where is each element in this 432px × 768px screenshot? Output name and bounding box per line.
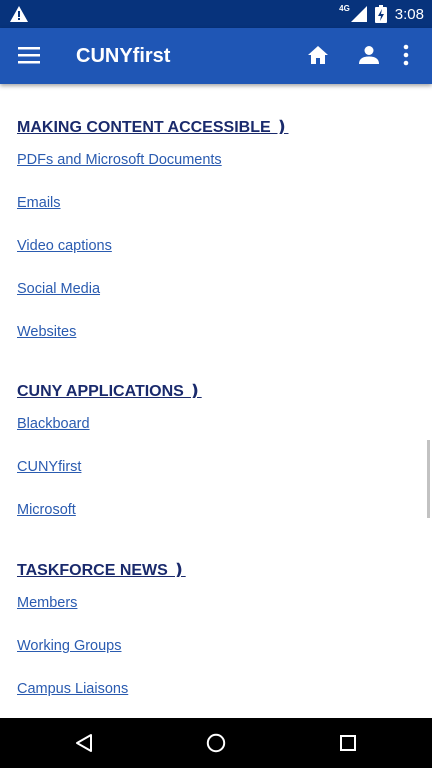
more-vertical-icon[interactable]	[400, 43, 412, 67]
network-type: 4G	[339, 3, 350, 13]
warning-icon	[10, 6, 28, 22]
status-bar: 4G 3:08	[0, 0, 432, 28]
battery-charging-icon	[374, 5, 387, 23]
recents-square-icon[interactable]	[339, 733, 357, 753]
link-pdfs-microsoft-documents[interactable]: PDFs and Microsoft Documents	[17, 150, 222, 170]
section-cuny-applications: CUNY APPLICATIONS ❫ Blackboard CUNYfirst…	[17, 382, 202, 518]
scrollbar-thumb[interactable]	[427, 440, 430, 518]
system-nav-bar	[0, 718, 432, 768]
link-microsoft[interactable]: Microsoft	[17, 500, 76, 520]
link-social-media[interactable]: Social Media	[17, 279, 100, 299]
hamburger-menu-icon[interactable]	[18, 44, 40, 66]
app-bar: CUNYfirst	[0, 28, 432, 84]
clock: 3:08	[394, 5, 424, 23]
link-working-groups[interactable]: Working Groups	[17, 636, 122, 656]
home-icon[interactable]	[306, 43, 330, 67]
link-emails[interactable]: Emails	[17, 193, 61, 213]
section-title[interactable]: MAKING CONTENT ACCESSIBLE ❫	[17, 118, 288, 138]
section-taskforce-news: TASKFORCE NEWS ❫ Members Working Groups …	[17, 561, 186, 697]
status-right: 4G 3:08	[339, 0, 424, 28]
section-title[interactable]: TASKFORCE NEWS ❫	[17, 561, 186, 581]
link-campus-liaisons[interactable]: Campus Liaisons	[17, 679, 128, 699]
link-cunyfirst[interactable]: CUNYfirst	[17, 457, 81, 477]
app-title: CUNYfirst	[76, 45, 171, 67]
person-icon[interactable]	[357, 43, 381, 67]
signal-icon	[350, 6, 367, 22]
back-triangle-icon[interactable]	[74, 733, 94, 753]
link-websites[interactable]: Websites	[17, 322, 76, 342]
content-area: MAKING CONTENT ACCESSIBLE ❫ PDFs and Mic…	[0, 84, 432, 718]
link-video-captions[interactable]: Video captions	[17, 236, 112, 256]
link-members[interactable]: Members	[17, 593, 77, 613]
home-circle-icon[interactable]	[206, 733, 226, 753]
section-making-content-accessible: MAKING CONTENT ACCESSIBLE ❫ PDFs and Mic…	[17, 118, 288, 340]
link-blackboard[interactable]: Blackboard	[17, 414, 90, 434]
section-title[interactable]: CUNY APPLICATIONS ❫	[17, 382, 202, 402]
